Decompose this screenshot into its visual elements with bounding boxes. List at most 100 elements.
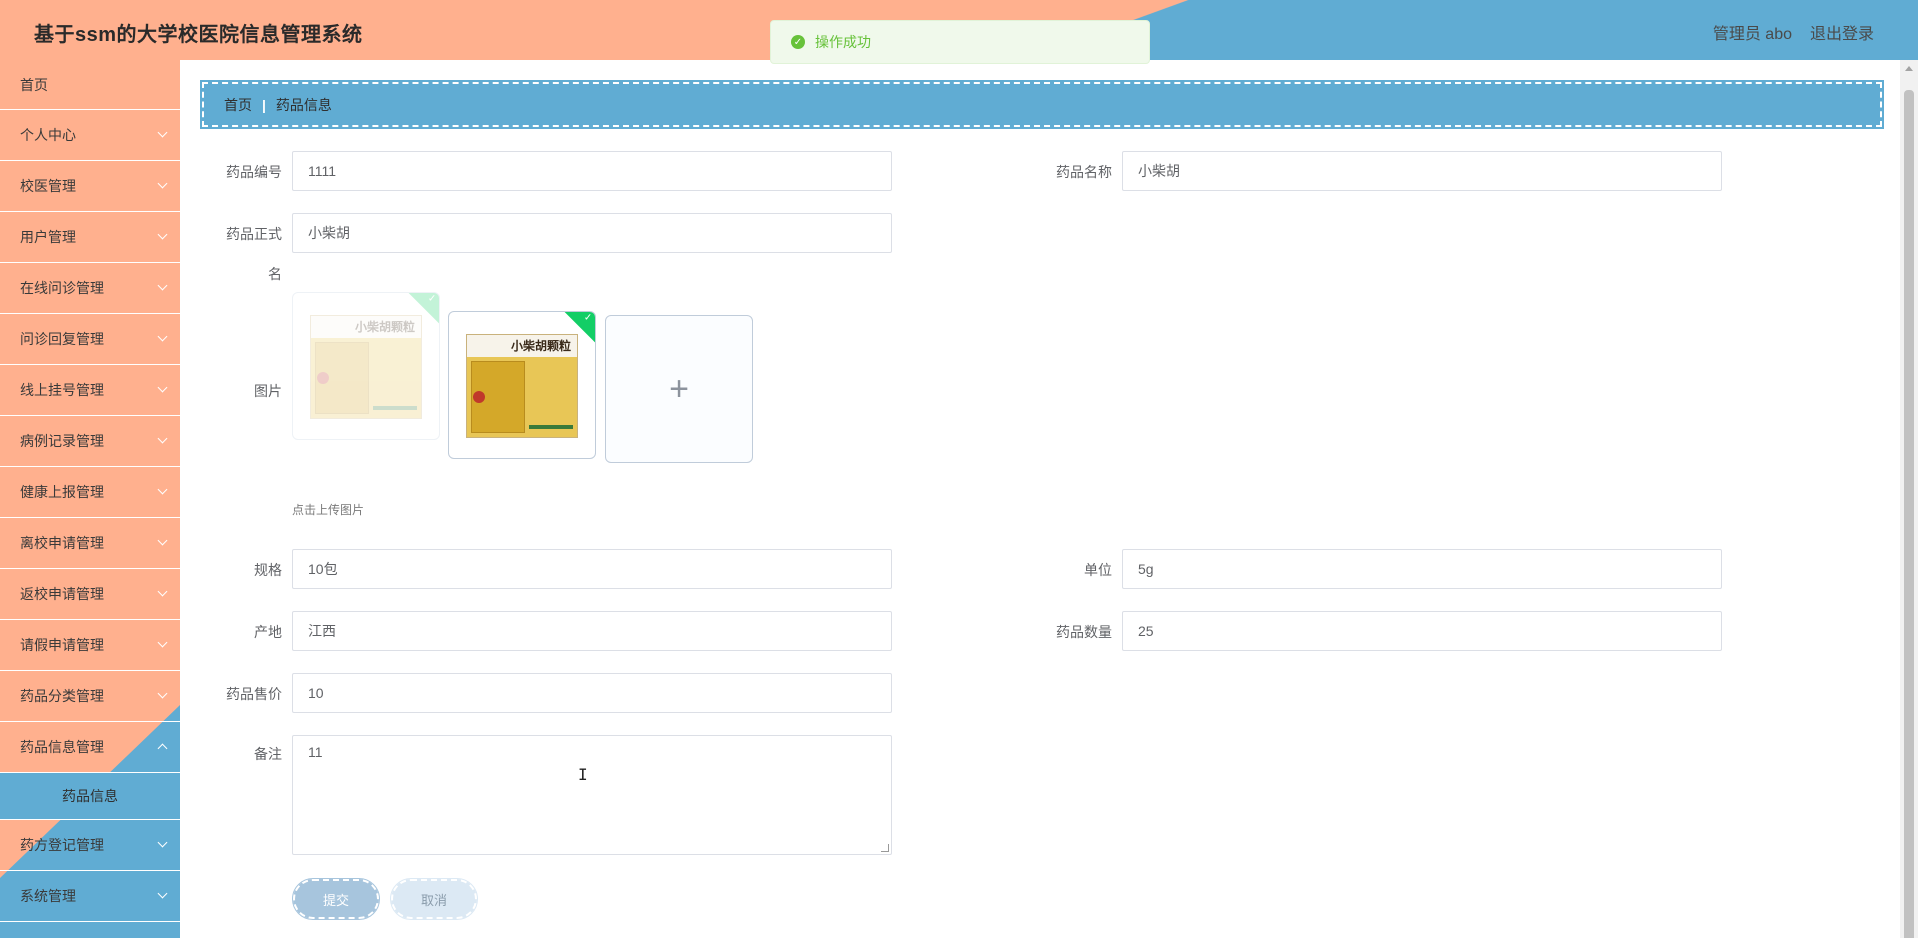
sidebar-item-label: 药品信息管理 bbox=[20, 739, 104, 755]
sidebar-item-health-report[interactable]: 健康上报管理 bbox=[0, 467, 180, 518]
breadcrumb: 首页 | 药品信息 bbox=[200, 80, 1884, 129]
chevron-down-icon bbox=[157, 535, 168, 546]
sidebar-item-label: 在线问诊管理 bbox=[20, 280, 104, 296]
sidebar-item-online-consult[interactable]: 在线问诊管理 bbox=[0, 263, 180, 314]
chevron-down-icon bbox=[157, 484, 168, 495]
sidebar-item-label: 健康上报管理 bbox=[20, 484, 104, 500]
drug-box-title: 小柴胡颗粒 bbox=[467, 335, 577, 357]
quantity-input[interactable]: 25 bbox=[1122, 611, 1722, 651]
sidebar-item-leave-request[interactable]: 请假申请管理 bbox=[0, 620, 180, 671]
sidebar: 首页 个人中心 校医管理 用户管理 在线问诊管理 问诊回复管理 线上挂号管理 病… bbox=[0, 60, 180, 938]
drug-box-foot bbox=[529, 425, 573, 429]
drug-box-seal bbox=[317, 372, 329, 384]
uploaded-image-2[interactable]: 小柴胡颗粒 ✓ bbox=[448, 311, 596, 459]
note-text: 11 bbox=[308, 744, 323, 760]
sidebar-item-consult-reply[interactable]: 问诊回复管理 bbox=[0, 314, 180, 365]
drug-box-seal bbox=[473, 391, 485, 403]
sidebar-item-drug-category[interactable]: 药品分类管理 bbox=[0, 671, 180, 722]
sidebar-item-case-records[interactable]: 病例记录管理 bbox=[0, 416, 180, 467]
vertical-scrollbar[interactable] bbox=[1900, 60, 1918, 938]
breadcrumb-home[interactable]: 首页 bbox=[224, 95, 252, 115]
chevron-down-icon bbox=[157, 433, 168, 444]
sidebar-item-label: 校医管理 bbox=[20, 178, 76, 194]
breadcrumb-separator: | bbox=[262, 96, 266, 113]
sidebar-item-label: 药方登记管理 bbox=[20, 837, 104, 853]
sidebar-item-prescription[interactable]: 药方登记管理 bbox=[0, 820, 180, 871]
chevron-down-icon bbox=[157, 586, 168, 597]
sidebar-item-users[interactable]: 用户管理 bbox=[0, 212, 180, 263]
scrollbar-thumb[interactable] bbox=[1904, 90, 1914, 938]
chevron-down-icon bbox=[157, 331, 168, 342]
formal-name-input[interactable]: 小柴胡 bbox=[292, 213, 892, 253]
price-input[interactable]: 10 bbox=[292, 673, 892, 713]
chevron-down-icon bbox=[157, 382, 168, 393]
sidebar-item-leave-school[interactable]: 离校申请管理 bbox=[0, 518, 180, 569]
app-title: 基于ssm的大学校医院信息管理系统 bbox=[34, 24, 363, 46]
drug-box-foot bbox=[373, 406, 417, 410]
sidebar-item-label: 离校申请管理 bbox=[20, 535, 104, 551]
origin-label: 产地 bbox=[254, 624, 282, 640]
cancel-button[interactable]: 取消 bbox=[390, 878, 478, 920]
formal-name-label: 药品正式 bbox=[226, 226, 282, 242]
sidebar-item-label: 线上挂号管理 bbox=[20, 382, 104, 398]
image-label: 图片 bbox=[254, 383, 282, 399]
name-input[interactable]: 小柴胡 bbox=[1122, 151, 1722, 191]
sidebar-subitem-drug-info[interactable]: 药品信息 bbox=[0, 773, 180, 820]
code-input[interactable]: 1111 bbox=[292, 151, 892, 191]
breadcrumb-current: 药品信息 bbox=[275, 96, 332, 113]
chevron-down-icon bbox=[157, 688, 168, 699]
drug-box-image: 小柴胡颗粒 bbox=[466, 334, 578, 438]
code-label: 药品编号 bbox=[226, 164, 282, 180]
sidebar-item-profile[interactable]: 个人中心 bbox=[0, 110, 180, 161]
main-content: 首页 | 药品信息 药品编号 1111 药品名称 小柴胡 药品正式 名 小柴胡 … bbox=[180, 60, 1900, 938]
drug-box-image: 小柴胡颗粒 bbox=[310, 315, 422, 419]
chevron-down-icon bbox=[157, 637, 168, 648]
sidebar-item-return-school[interactable]: 返校申请管理 bbox=[0, 569, 180, 620]
sidebar-item-drug-info[interactable]: 药品信息管理 bbox=[0, 722, 180, 773]
price-label: 药品售价 bbox=[226, 686, 282, 702]
note-label: 备注 bbox=[254, 746, 282, 762]
sidebar-item-label: 问诊回复管理 bbox=[20, 331, 104, 347]
formal-name-label-wrap: 名 bbox=[268, 266, 282, 282]
sidebar-item-label: 返校申请管理 bbox=[20, 586, 104, 602]
chevron-down-icon bbox=[157, 229, 168, 240]
sidebar-item-label: 药品分类管理 bbox=[20, 688, 104, 704]
plus-icon: + bbox=[669, 369, 689, 408]
chevron-down-icon bbox=[157, 888, 168, 899]
sidebar-item-registration[interactable]: 线上挂号管理 bbox=[0, 365, 180, 416]
chevron-up-icon bbox=[157, 743, 168, 754]
chevron-down-icon bbox=[157, 837, 168, 848]
sidebar-item-label: 首页 bbox=[20, 76, 48, 93]
sidebar-item-label: 个人中心 bbox=[20, 127, 76, 143]
unit-label: 单位 bbox=[1084, 562, 1112, 578]
quantity-label: 药品数量 bbox=[1056, 624, 1112, 640]
drug-box-title: 小柴胡颗粒 bbox=[311, 316, 421, 338]
sidebar-item-label: 病例记录管理 bbox=[20, 433, 104, 449]
check-icon: ✓ bbox=[427, 293, 437, 305]
sidebar-item-system[interactable]: 系统管理 bbox=[0, 871, 180, 922]
spec-label: 规格 bbox=[254, 562, 282, 578]
note-textarea[interactable]: 11 bbox=[292, 735, 892, 855]
success-toast: ✓ 操作成功 bbox=[770, 20, 1150, 64]
upload-add-button[interactable]: + bbox=[605, 315, 753, 463]
current-user: 管理员 abo bbox=[1712, 26, 1792, 43]
origin-input[interactable]: 江西 bbox=[292, 611, 892, 651]
chevron-down-icon bbox=[157, 178, 168, 189]
sidebar-item-home[interactable]: 首页 bbox=[0, 60, 180, 110]
submit-button[interactable]: 提交 bbox=[292, 878, 380, 920]
chevron-down-icon bbox=[157, 280, 168, 291]
logout-link[interactable]: 退出登录 bbox=[1810, 20, 1874, 44]
scroll-up-icon[interactable] bbox=[1905, 66, 1913, 71]
toast-message: 操作成功 bbox=[815, 34, 871, 50]
spec-input[interactable]: 10包 bbox=[292, 549, 892, 589]
text-cursor-icon: I bbox=[578, 765, 588, 784]
sidebar-item-doctors[interactable]: 校医管理 bbox=[0, 161, 180, 212]
sidebar-item-label: 请假申请管理 bbox=[20, 637, 104, 653]
check-circle-icon: ✓ bbox=[791, 35, 805, 49]
uploaded-image-1[interactable]: 小柴胡颗粒 ✓ bbox=[292, 292, 440, 440]
unit-input[interactable]: 5g bbox=[1122, 549, 1722, 589]
resize-handle-icon[interactable] bbox=[881, 844, 889, 852]
upload-hint: 点击上传图片 bbox=[292, 503, 365, 517]
name-label: 药品名称 bbox=[1056, 164, 1112, 180]
chevron-down-icon bbox=[157, 127, 168, 138]
